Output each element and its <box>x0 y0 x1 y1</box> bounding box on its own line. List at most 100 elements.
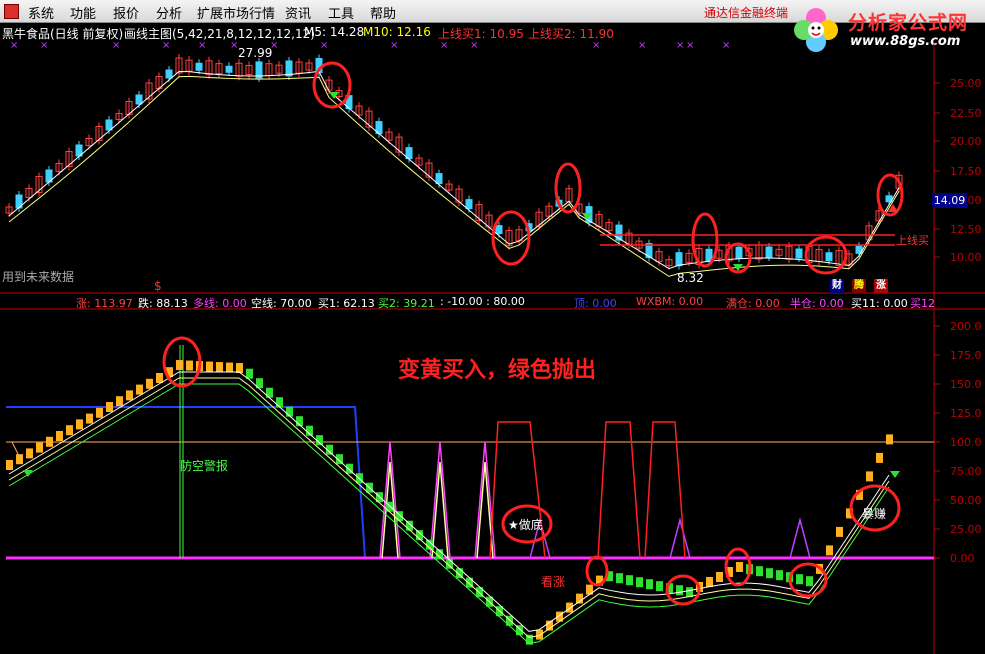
indicator-value: 满仓: 0.00 <box>726 297 780 310</box>
buy-bar <box>706 577 713 587</box>
indicator-value: 半仓: 0.00 <box>790 297 844 310</box>
indicator-axis-label: 100.0 <box>950 436 982 449</box>
sell-bar <box>796 574 803 585</box>
indicator-line-mid <box>8 377 890 638</box>
candle-body <box>225 65 233 73</box>
indicator-value: 涨: 113.97 <box>76 297 133 310</box>
candle-body <box>465 199 473 210</box>
buy-bar <box>96 407 103 418</box>
candle-body <box>165 69 173 79</box>
indicator-axis-label: 125.0 <box>950 407 982 420</box>
indicator-axis-label: 150.0 <box>950 378 982 391</box>
buy-bar <box>46 436 53 447</box>
buy-bar <box>226 362 233 373</box>
sell-arrow-icon <box>890 471 900 478</box>
sell-bar <box>676 585 683 596</box>
main-axis-label: 22.50 <box>950 107 982 120</box>
cross-mark: × <box>162 40 170 51</box>
buy-bar <box>186 360 193 371</box>
cross-mark: × <box>638 40 646 51</box>
high-price-label: 27.99 <box>238 46 273 60</box>
air-warning-label: 防空警报 <box>180 459 229 473</box>
buy-bar <box>866 471 873 482</box>
cross-mark: × <box>198 40 206 51</box>
cross-mark: × <box>722 40 730 51</box>
indicator-value: 跌: 88.13 <box>138 297 188 310</box>
cross-mark: × <box>440 40 448 51</box>
buy-bar <box>876 452 883 463</box>
indicator-value: 多线: 0.00 <box>193 297 247 310</box>
future-data-warning: 用到未来数据 <box>2 270 75 284</box>
cross-mark: × <box>390 40 398 51</box>
cross-mark: × <box>40 40 48 51</box>
cross-mark: × <box>592 40 600 51</box>
indicator-axis-label: 25.00 <box>950 523 982 536</box>
buy-bar <box>26 448 33 459</box>
indicator-axis-label: 50.00 <box>950 494 982 507</box>
indicator-axis-label: 0.00 <box>950 552 975 565</box>
badge-rise[interactable]: 涨 <box>874 279 888 293</box>
buy-bar <box>886 434 893 445</box>
sell-bar <box>276 397 283 408</box>
buy-bar <box>76 419 83 430</box>
sell-bar <box>656 581 663 592</box>
candle-body <box>705 248 713 262</box>
indicator-value: 顶: 0.00 <box>574 297 617 310</box>
main-axis-label: 12.50 <box>950 223 982 236</box>
sell-bar <box>616 573 623 584</box>
cross-mark: × <box>676 40 684 51</box>
buy-bar <box>6 460 13 470</box>
cross-mark: × <box>470 40 478 51</box>
indicator-value: WXBM: 0.00 <box>636 295 704 308</box>
buy-bar <box>566 602 573 613</box>
buy-bar <box>716 572 723 582</box>
indicator-value: 买2: 39.21 <box>378 297 435 310</box>
signal-spike <box>789 517 811 559</box>
watch-rise-label: 看涨 <box>541 575 566 589</box>
cross-mark: × <box>686 40 694 51</box>
buy-bar <box>156 373 163 383</box>
badge-surge[interactable]: 腾 <box>852 279 866 293</box>
buy-bar <box>116 396 123 407</box>
main-axis-label: 17.50 <box>950 165 982 178</box>
candle-body <box>285 60 293 77</box>
price-chart[interactable]: 25.0022.5020.0017.5015.0012.5010.00 200.… <box>0 0 985 654</box>
ma10-line <box>8 75 900 277</box>
dollar-mark: $ <box>154 279 162 293</box>
buy-bar <box>136 384 143 395</box>
indicator-value: : -10.00 : 80.00 <box>440 295 525 308</box>
buy-bar <box>36 442 43 453</box>
candle-body <box>735 246 743 259</box>
candle-body <box>795 248 803 259</box>
badge-finance[interactable]: 财 <box>830 279 844 293</box>
main-axis-label: 20.00 <box>950 135 982 148</box>
buy-bar <box>146 378 153 389</box>
cross-mark: × <box>112 40 120 51</box>
buy-bar <box>826 545 833 556</box>
buy-bar <box>536 629 543 640</box>
sell-bar <box>636 577 643 588</box>
indicator-value: 买1: 62.13 <box>318 297 375 310</box>
indicator-axis-label: 75.00 <box>950 465 982 478</box>
indicator-line-slow <box>8 383 890 644</box>
bottom-label: ★做底 <box>508 518 543 532</box>
buy-bar <box>176 360 183 371</box>
buy-bar <box>576 593 583 604</box>
candle-body <box>195 62 203 71</box>
buy-bar <box>736 562 743 572</box>
candle-body <box>495 225 503 235</box>
sell-bar <box>626 575 633 586</box>
buy-bar <box>16 454 23 465</box>
indicator-value: 买12 <box>910 297 935 310</box>
main-axis-label: 25.00 <box>950 77 982 90</box>
candle-body <box>825 252 833 262</box>
buy-bar <box>836 526 843 537</box>
sell-bar <box>776 570 783 581</box>
cross-mark: × <box>320 40 328 51</box>
indicator-line-fast <box>8 371 890 632</box>
signal-spike <box>669 517 691 559</box>
headline-annotation: 变黄买入，绿色抛出 <box>398 358 597 383</box>
indicator-axis-label: 200.0 <box>950 320 982 333</box>
indicator-value: 空线: 70.00 <box>251 297 312 310</box>
current-price-tag: 14.09 <box>932 193 967 208</box>
